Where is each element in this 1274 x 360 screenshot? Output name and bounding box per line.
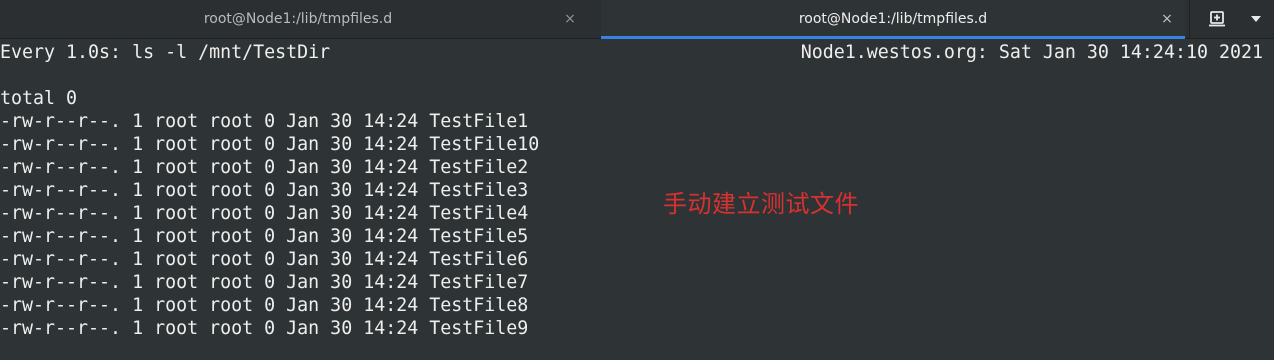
tab-bar: root@Node1:/lib/tmpfiles.d × root@Node1:… [0, 0, 1274, 39]
terminal-output[interactable]: Every 1.0s: ls -l /mnt/TestDir Node1.wes… [0, 38, 1274, 359]
tab-separator [1189, 0, 1190, 38]
list-item: -rw-r--r--. 1 root root 0 Jan 30 14:24 T… [0, 226, 529, 247]
list-item: -rw-r--r--. 1 root root 0 Jan 30 14:24 T… [0, 111, 529, 132]
list-item: -rw-r--r--. 1 root root 0 Jan 30 14:24 T… [0, 249, 529, 270]
tab-2[interactable]: root@Node1:/lib/tmpfiles.d × [601, 0, 1185, 39]
list-item: -rw-r--r--. 1 root root 0 Jan 30 14:24 T… [0, 318, 529, 339]
menu-button[interactable] [1246, 12, 1266, 26]
tab-2-title: root@Node1:/lib/tmpfiles.d [798, 11, 988, 27]
new-tab-button[interactable] [1200, 9, 1234, 29]
watch-header-left: Every 1.0s: ls -l /mnt/TestDir [0, 42, 331, 63]
annotation-text: 手动建立测试文件 [663, 190, 859, 218]
total-line: total 0 [0, 88, 78, 109]
list-item: -rw-r--r--. 1 root root 0 Jan 30 14:24 T… [0, 272, 529, 293]
new-tab-icon [1209, 11, 1225, 27]
list-item: -rw-r--r--. 1 root root 0 Jan 30 14:24 T… [0, 180, 529, 201]
list-item: -rw-r--r--. 1 root root 0 Jan 30 14:24 T… [0, 157, 529, 178]
chevron-down-icon [1251, 16, 1261, 22]
list-item: -rw-r--r--. 1 root root 0 Jan 30 14:24 T… [0, 295, 529, 316]
list-item: -rw-r--r--. 1 root root 0 Jan 30 14:24 T… [0, 203, 529, 224]
list-item: -rw-r--r--. 1 root root 0 Jan 30 14:24 T… [0, 134, 540, 155]
tab-1-close-icon[interactable]: × [560, 9, 580, 29]
watch-header-right: Node1.westos.org: Sat Jan 30 14:24:10 20… [800, 42, 1263, 63]
tab-1[interactable]: root@Node1:/lib/tmpfiles.d × [0, 0, 596, 38]
tab-2-close-icon[interactable]: × [1157, 9, 1177, 29]
tab-1-title: root@Node1:/lib/tmpfiles.d [203, 11, 393, 27]
